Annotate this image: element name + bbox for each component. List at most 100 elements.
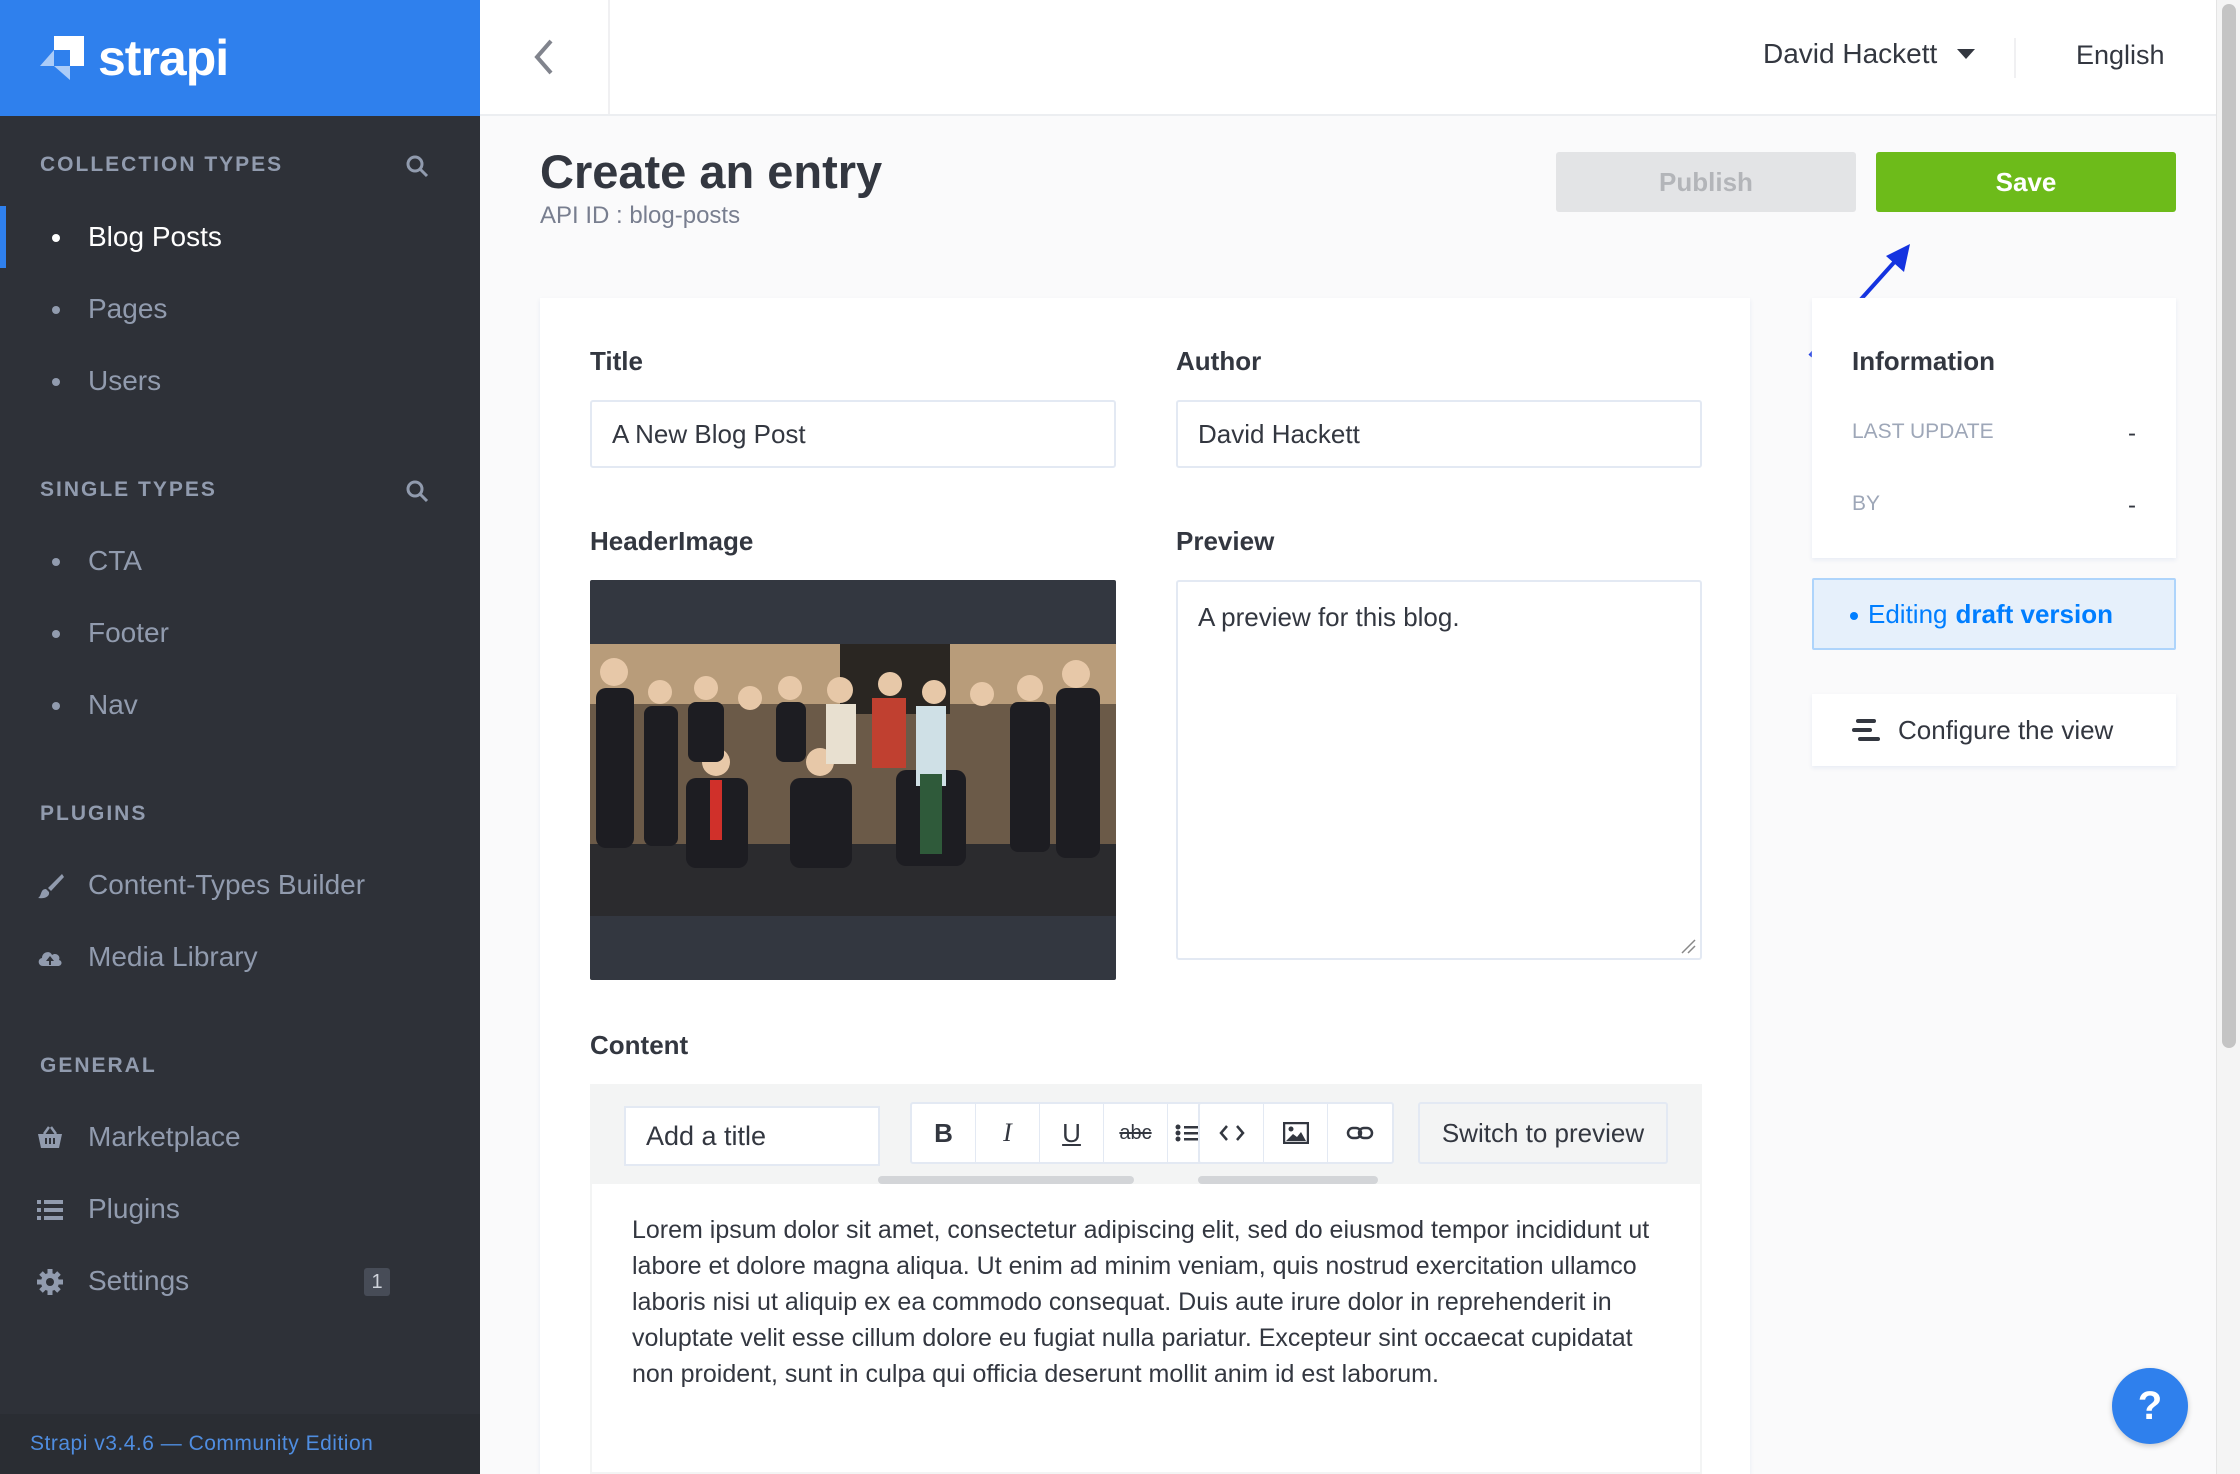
draft-version-label: draft version bbox=[1955, 598, 2114, 629]
collection-types-title: COLLECTION TYPES bbox=[40, 153, 284, 176]
sidebar-item-settings[interactable]: Settings 1 bbox=[0, 1250, 480, 1312]
resize-handle-icon[interactable] bbox=[1680, 938, 1696, 954]
information-card: Information LAST UPDATE - BY - bbox=[1812, 298, 2176, 558]
group-photo-icon bbox=[590, 644, 1116, 916]
sliders-icon bbox=[1852, 719, 1880, 741]
gear-icon bbox=[37, 1269, 63, 1295]
sidebar-item-label: Marketplace bbox=[88, 1121, 241, 1152]
general-title: GENERAL bbox=[40, 1054, 157, 1077]
strikethrough-button[interactable]: abc bbox=[1104, 1104, 1168, 1162]
top-bar: David Hackett English bbox=[480, 0, 2216, 116]
configure-view-button[interactable]: Configure the view bbox=[1812, 694, 2176, 766]
information-title: Information bbox=[1852, 346, 1995, 376]
link-icon bbox=[1346, 1126, 1374, 1140]
single-types-title: SINGLE TYPES bbox=[40, 478, 217, 501]
last-update-value: - bbox=[2128, 420, 2136, 447]
last-update-label: LAST UPDATE bbox=[1852, 420, 1994, 443]
chevron-left-icon bbox=[534, 39, 553, 75]
editor-toolbar: Add a title B I U abc Switch to preview bbox=[592, 1086, 1700, 1184]
save-button[interactable]: Save bbox=[1876, 152, 2176, 212]
sidebar-item-media-library[interactable]: Media Library bbox=[0, 926, 480, 988]
sidebar-item-nav[interactable]: Nav bbox=[0, 674, 480, 736]
code-button[interactable] bbox=[1200, 1104, 1264, 1162]
cloud-upload-icon bbox=[38, 952, 62, 966]
preview-textarea[interactable]: A preview for this blog. bbox=[1176, 580, 1702, 960]
sidebar-item-label: Pages bbox=[88, 293, 168, 324]
by-row: BY - bbox=[1852, 492, 2136, 520]
bold-button[interactable]: B bbox=[912, 1104, 976, 1162]
last-update-row: LAST UPDATE - bbox=[1852, 420, 2136, 448]
sidebar-item-plugins[interactable]: Plugins bbox=[0, 1178, 480, 1240]
sidebar-item-label: Media Library bbox=[88, 941, 258, 972]
sidebar-item-label: Plugins bbox=[88, 1193, 180, 1224]
header-image-photo bbox=[590, 644, 1116, 916]
heading-select[interactable]: Add a title bbox=[624, 1106, 880, 1166]
language-select[interactable]: English bbox=[2076, 40, 2165, 71]
editor-content[interactable]: Lorem ipsum dolor sit amet, consectetur … bbox=[632, 1212, 1668, 1392]
image-button[interactable] bbox=[1264, 1104, 1328, 1162]
sidebar-item-users[interactable]: Users bbox=[0, 350, 480, 412]
code-icon bbox=[1218, 1125, 1245, 1141]
by-value: - bbox=[2128, 492, 2136, 519]
api-id: API ID : blog-posts bbox=[540, 202, 741, 229]
link-button[interactable] bbox=[1328, 1104, 1392, 1162]
sidebar-item-label: Footer bbox=[88, 617, 169, 648]
insert-button-group bbox=[1198, 1102, 1394, 1164]
toolbar-scrollbar[interactable] bbox=[878, 1176, 1134, 1184]
bullet-icon bbox=[52, 702, 60, 710]
publish-button[interactable]: Publish bbox=[1556, 152, 1856, 212]
format-button-group: B I U abc bbox=[910, 1102, 1210, 1164]
bullet-icon bbox=[52, 630, 60, 638]
underline-button[interactable]: U bbox=[1040, 1104, 1104, 1162]
bullet-icon bbox=[1850, 612, 1858, 620]
page-scrollbar[interactable] bbox=[2216, 0, 2240, 1474]
sidebar-item-marketplace[interactable]: Marketplace bbox=[0, 1106, 480, 1168]
bullet-icon bbox=[52, 306, 60, 314]
sidebar-item-content-types-builder[interactable]: Content-Types Builder bbox=[0, 854, 480, 916]
bullet-icon bbox=[52, 378, 60, 386]
toolbar-scrollbar[interactable] bbox=[1198, 1176, 1378, 1184]
sidebar-item-label: Settings bbox=[88, 1265, 190, 1296]
title-input[interactable]: A New Blog Post bbox=[590, 400, 1116, 468]
brand-name: strapi bbox=[98, 30, 229, 86]
settings-badge: 1 bbox=[364, 1268, 390, 1296]
edit-form-card: Title A New Blog Post Author David Hacke… bbox=[540, 298, 1750, 1474]
sidebar-item-label: Users bbox=[88, 365, 162, 396]
sidebar-item-pages[interactable]: Pages bbox=[0, 278, 480, 340]
sidebar-item-label: Nav bbox=[88, 689, 138, 720]
header-image-dropzone[interactable] bbox=[590, 580, 1116, 980]
italic-button[interactable]: I bbox=[976, 1104, 1040, 1162]
version-footer[interactable]: Strapi v3.4.6 — Community Edition bbox=[0, 1414, 480, 1474]
configure-view-label: Configure the view bbox=[1898, 714, 2114, 745]
strapi-logo-icon bbox=[40, 36, 84, 80]
switch-to-preview-button[interactable]: Switch to preview bbox=[1418, 1102, 1668, 1164]
by-label: BY bbox=[1852, 492, 1881, 515]
sidebar-item-cta[interactable]: CTA bbox=[0, 530, 480, 592]
help-button[interactable]: ? bbox=[2112, 1368, 2188, 1444]
scrollbar-thumb[interactable] bbox=[2222, 4, 2236, 1048]
paintbrush-icon bbox=[38, 874, 64, 899]
sidebar-item-label: CTA bbox=[88, 545, 142, 576]
bullet-icon bbox=[52, 558, 60, 566]
sidebar-item-blog-posts[interactable]: Blog Posts bbox=[0, 206, 480, 268]
preview-label: Preview bbox=[1176, 526, 1275, 556]
basket-icon bbox=[38, 1126, 62, 1148]
sidebar-item-label: Content-Types Builder bbox=[88, 869, 366, 900]
list-icon bbox=[37, 1200, 63, 1220]
draft-status-badge: Editing draft version bbox=[1812, 578, 2176, 650]
divider bbox=[2014, 38, 2016, 78]
content-label: Content bbox=[590, 1030, 689, 1060]
author-input[interactable]: David Hackett bbox=[1176, 400, 1702, 468]
back-button[interactable] bbox=[480, 0, 610, 114]
preview-text: A preview for this blog. bbox=[1198, 602, 1460, 632]
page-title: Create an entry bbox=[540, 145, 883, 198]
sidebar-item-label: Blog Posts bbox=[88, 221, 222, 252]
collection-search-icon[interactable] bbox=[404, 153, 430, 179]
single-search-icon[interactable] bbox=[404, 478, 430, 504]
brand-header[interactable]: strapi bbox=[0, 0, 480, 116]
bullet-icon bbox=[52, 234, 60, 242]
sidebar-item-footer[interactable]: Footer bbox=[0, 602, 480, 664]
wysiwyg-editor: Add a title B I U abc Switch to preview … bbox=[590, 1084, 1702, 1474]
image-icon bbox=[1282, 1122, 1309, 1144]
user-menu[interactable]: David Hackett bbox=[1763, 38, 1976, 70]
